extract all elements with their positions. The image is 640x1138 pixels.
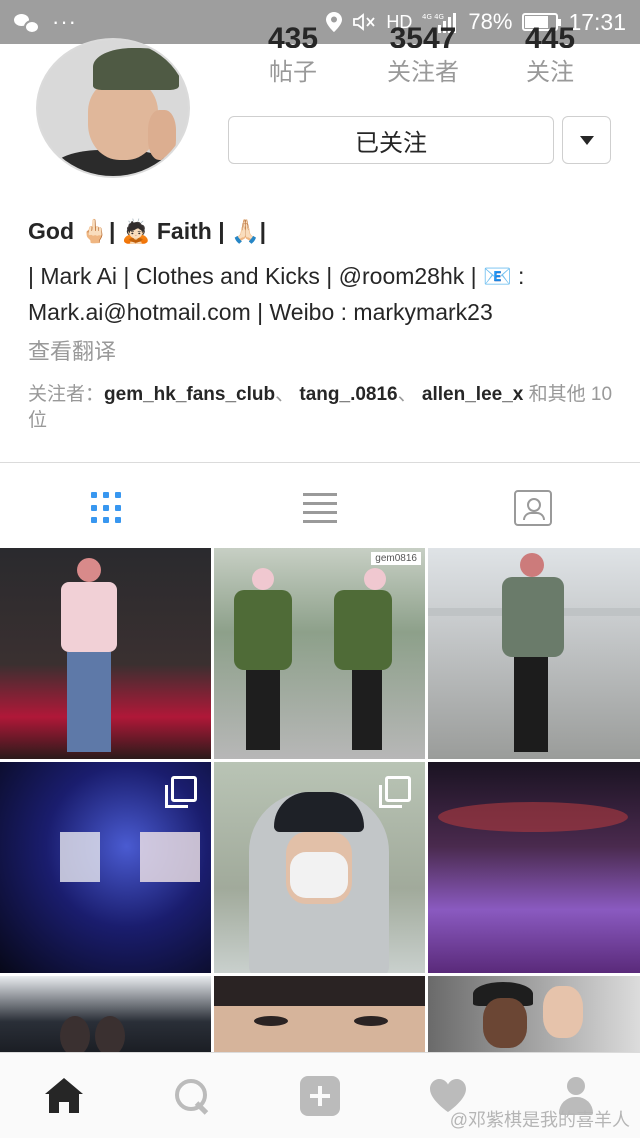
posts-count-label: 帖子 [269,59,317,86]
followers-count[interactable]: 3547 关注者 [358,22,488,87]
posts-count[interactable]: 435 帖子 [228,22,358,87]
nav-add-post[interactable] [256,1053,384,1138]
following-button[interactable]: 已关注 [228,116,554,164]
following-count-label: 关注 [526,59,574,86]
following-count-value: 445 [524,22,576,48]
multiple-photos-icon [165,776,197,808]
search-icon [175,1078,209,1113]
followed-by[interactable]: 关注者：gem_hk_fans_club、 tang_.0816、 allen_… [28,382,618,434]
tab-grid-view[interactable] [0,470,213,546]
divider [0,462,640,463]
chevron-down-icon [579,135,594,145]
separator: 、 [275,384,295,405]
see-translation-link[interactable]: 查看翻译 [28,334,116,366]
repost-badge: gem0816 [371,552,421,565]
follower-username[interactable]: gem_hk_fans_club [104,384,275,405]
post-thumbnail[interactable]: gem0816 [214,548,425,759]
post-thumbnail[interactable] [0,548,211,759]
wechat-icon [14,12,40,34]
list-icon [302,493,337,523]
follower-username[interactable]: tang_.0816 [299,384,397,405]
post-thumbnail[interactable] [0,762,211,973]
followers-count-label: 关注者 [387,59,459,86]
post-thumbnail[interactable] [0,976,211,1052]
tab-list-view[interactable] [213,470,426,546]
tab-tagged[interactable] [427,470,640,546]
nav-search[interactable] [128,1053,256,1138]
profile-view-tabs [0,470,640,546]
post-thumbnail[interactable] [428,548,640,759]
post-thumbnail[interactable] [428,762,640,973]
nav-home[interactable] [0,1053,128,1138]
home-icon [45,1077,83,1114]
multiple-photos-icon [379,776,411,808]
separator: 、 [397,384,417,405]
posts-count-value: 435 [267,22,319,48]
tagged-photos-icon [514,490,553,526]
suggested-accounts-button[interactable] [562,116,611,164]
grid-icon [90,492,123,524]
profile-name: God 🖕🏻| 🙇🏻 Faith | 🙏🏻| [28,218,267,244]
follower-username[interactable]: allen_lee_x [422,384,523,405]
add-post-icon [300,1075,340,1116]
profile-bio: | Mark Ai | Clothes and Kicks | @room28h… [28,258,618,330]
bio-line: | Mark Ai | Clothes and Kicks | @room28h… [28,263,525,289]
followers-count-value: 3547 [389,22,457,48]
watermark: @邓紫棋是我的喜羊人 [449,1110,630,1130]
bio-line-email[interactable]: Mark.ai@hotmail.com | Weibo : markymark2… [28,294,618,330]
following-count[interactable]: 445 关注 [488,22,612,87]
more-notifications-indicator: ··· [52,9,77,34]
profile-stats: 435 帖子 3547 关注者 445 关注 [228,22,612,87]
followed-by-prefix: 关注者： [28,384,105,405]
profile-avatar[interactable] [36,38,190,178]
post-thumbnail[interactable] [214,762,425,973]
post-thumbnail[interactable] [428,976,640,1052]
post-thumbnail[interactable] [214,976,425,1052]
